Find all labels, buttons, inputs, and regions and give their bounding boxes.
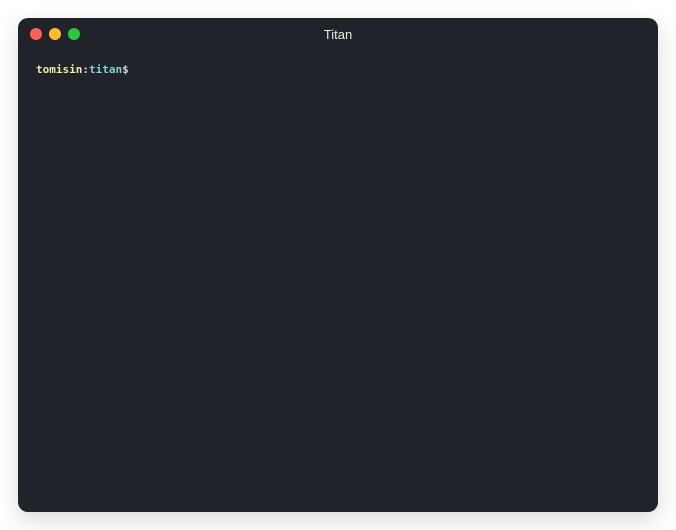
minimize-icon[interactable] — [49, 28, 61, 40]
prompt-host: titan — [89, 62, 122, 77]
prompt-user: tomisin — [36, 62, 82, 77]
prompt-symbol: $ — [122, 62, 129, 77]
titlebar: Titan — [18, 18, 658, 50]
window-title: Titan — [18, 27, 658, 42]
prompt-line: tomisin : titan $ — [36, 62, 640, 77]
prompt-separator: : — [82, 62, 89, 77]
traffic-lights — [30, 28, 80, 40]
terminal-window: Titan tomisin : titan $ — [18, 18, 658, 512]
terminal-body[interactable]: tomisin : titan $ — [18, 50, 658, 512]
zoom-icon[interactable] — [68, 28, 80, 40]
command-input[interactable] — [133, 62, 640, 77]
close-icon[interactable] — [30, 28, 42, 40]
